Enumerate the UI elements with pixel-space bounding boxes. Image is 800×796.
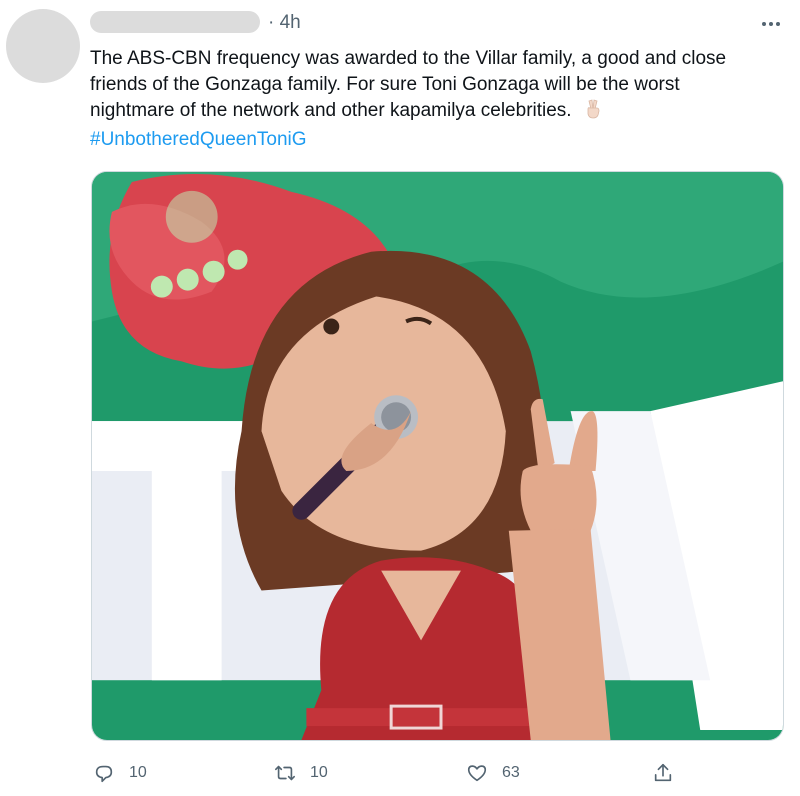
reply-icon	[95, 765, 113, 783]
tweet-text-line: The ABS-CBN frequency was awarded to the…	[90, 48, 727, 69]
retweet-button[interactable]: 10	[274, 762, 328, 784]
tweet-text-line: nightmare of the network and other kapam…	[90, 98, 790, 124]
more-icon[interactable]	[756, 14, 786, 34]
tweet-text-line: friends of the Gonzaga family. For sure …	[90, 74, 680, 95]
reply-count: 10	[129, 764, 147, 781]
tweet-media-image[interactable]	[91, 171, 784, 741]
like-button[interactable]: 63	[466, 762, 520, 784]
tweet-text: The ABS-CBN frequency was awarded to the…	[90, 46, 790, 124]
share-button[interactable]	[652, 762, 674, 784]
share-icon	[654, 763, 672, 782]
victory-hand-emoji	[587, 99, 599, 119]
like-count: 63	[502, 764, 520, 781]
tweet-text-line-content: nightmare of the network and other kapam…	[90, 100, 572, 121]
heart-icon	[467, 765, 487, 782]
tweet-timestamp[interactable]: · 4h	[268, 11, 301, 35]
author-name-redacted[interactable]	[90, 11, 260, 33]
hashtag-link[interactable]: #UnbotheredQueenToniG	[90, 127, 307, 153]
retweet-count: 10	[310, 764, 328, 781]
reply-button[interactable]: 10	[93, 762, 147, 784]
retweet-icon	[275, 765, 295, 781]
avatar[interactable]	[6, 9, 80, 83]
